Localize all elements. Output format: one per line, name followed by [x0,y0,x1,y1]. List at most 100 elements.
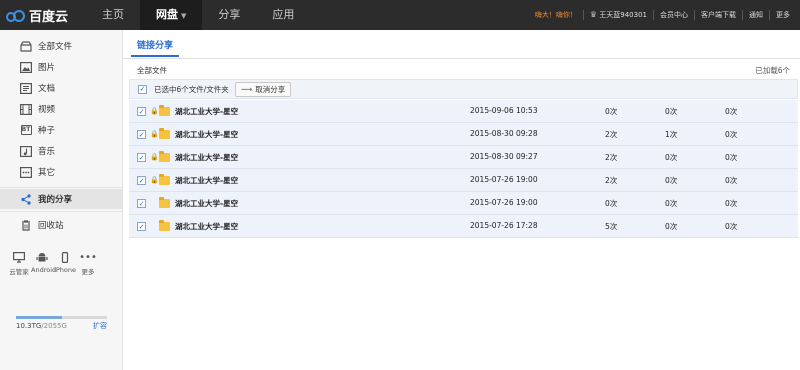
device-iphone[interactable]: iPhone [54,252,76,276]
file-name[interactable]: 湖北工业大学-星空 [175,152,238,163]
sidebar-item-torrents[interactable]: BT 种子 [0,120,122,140]
document-icon [20,82,32,94]
android-icon [31,252,53,266]
device-cloud-manager[interactable]: 云管家 [8,252,30,276]
row-checkbox[interactable]: ✓ [137,153,146,162]
brand-name: 百度云 [29,10,69,25]
quota-text: 10.3TG/2055G [16,322,67,330]
stat-count: 0次 [665,153,678,162]
nav-netdisk[interactable]: 网盘 ▼ [140,0,203,30]
vip-center-link[interactable]: 会员中心 [653,10,694,20]
cloud-logo-icon [6,9,26,23]
file-name[interactable]: 湖北工业大学-星空 [175,198,238,209]
folder-icon [159,151,170,162]
stat-count: 5次 [605,222,618,231]
device-android[interactable]: Android [31,252,56,276]
row-checkbox[interactable]: ✓ [137,176,146,185]
device-more[interactable]: ••• 更多 [77,252,99,276]
share-date: 2015-08-30 09:27 [470,152,538,161]
sidebar-divider [0,187,122,188]
device-links: 云管家 Android iPhone ••• 更多 [8,252,100,276]
stat-count: 0次 [665,107,678,116]
expand-storage-link[interactable]: 扩容 [93,321,107,331]
quota-bar-fill [16,316,62,319]
chevron-down-icon: ▼ [181,12,187,20]
sidebar-item-my-share[interactable]: 我的分享 [0,189,122,209]
stat-count: 0次 [605,107,618,116]
stat-count: 0次 [665,176,678,185]
share-date: 2015-07-26 17:28 [470,221,538,230]
sidebar-item-videos[interactable]: 视频 [0,99,122,119]
notifications-link[interactable]: 通知 [742,10,769,20]
promo-link[interactable]: 嗨大！嗨你！ [529,10,583,20]
stat-count: 0次 [725,107,738,116]
client-download-link[interactable]: 客户端下载 [694,10,742,20]
sidebar-item-other[interactable]: 其它 [0,162,122,182]
share-list: ✓ 🔒 湖北工业大学-星空 2015-09-06 10:53 0次 0次 0次 … [129,100,798,238]
trash-icon [20,219,32,231]
nav-home[interactable]: 主页 [86,0,140,30]
table-row[interactable]: ✓ 🔒 湖北工业大学-星空 2015-08-30 09:27 2次 0次 0次 [129,146,798,169]
file-name[interactable]: 湖北工业大学-星空 [175,106,238,117]
share-date: 2015-09-06 10:53 [470,106,538,115]
folder-icon [159,197,170,208]
row-checkbox[interactable]: ✓ [137,130,146,139]
file-name[interactable]: 湖北工业大学-星空 [175,129,238,140]
phone-icon [54,252,76,266]
lock-icon: 🔒 [150,153,159,161]
sidebar-divider [0,211,122,212]
monitor-icon [8,252,30,266]
file-name[interactable]: 湖北工业大学-星空 [175,175,238,186]
nav-apps[interactable]: 应用 [256,0,310,30]
file-name[interactable]: 湖北工业大学-星空 [175,221,238,232]
sidebar-item-recycle-bin[interactable]: 回收站 [0,215,122,235]
stat-count: 2次 [605,130,618,139]
stat-count: 0次 [665,222,678,231]
stat-count: 2次 [605,153,618,162]
breadcrumb[interactable]: 全部文件 [137,65,167,76]
folder-icon [159,220,170,231]
row-checkbox[interactable]: ✓ [137,107,146,116]
selection-bar: ✓ 已选中6个文件/文件夹 ⟿ 取消分享 [129,79,798,99]
table-row[interactable]: ✓ 湖北工业大学-星空 2015-07-26 19:00 0次 0次 0次 [129,192,798,215]
share-date: 2015-07-26 19:00 [470,175,538,184]
table-row[interactable]: ✓ 🔒 湖北工业大学-星空 2015-08-30 09:28 2次 1次 0次 [129,123,798,146]
row-checkbox[interactable]: ✓ [137,222,146,231]
user-menu[interactable]: ♛ 王天蓝940301 [582,10,653,20]
share-icon: ⟿ [240,84,253,94]
sidebar: 全部文件 图片 文档 视频 BT 种子 音乐 其它 我的分享 回收站 云管家 A… [0,30,123,370]
more-link[interactable]: 更多 [769,10,796,20]
tab-link-share[interactable]: 链接分享 [131,39,180,57]
main-nav: 主页 网盘 ▼ 分享 应用 [86,0,310,30]
picture-icon [20,61,32,73]
sidebar-item-documents[interactable]: 文档 [0,78,122,98]
table-row[interactable]: ✓ 🔒 湖北工业大学-星空 2015-09-06 10:53 0次 0次 0次 [129,100,798,123]
stat-count: 0次 [605,199,618,208]
lock-icon: 🔒 [150,107,159,115]
stat-count: 0次 [725,222,738,231]
sidebar-item-music[interactable]: 音乐 [0,141,122,161]
select-all-checkbox[interactable]: ✓ [138,84,147,94]
stat-count: 0次 [725,176,738,185]
table-row[interactable]: ✓ 🔒 湖北工业大学-星空 2015-07-26 19:00 2次 0次 0次 [129,169,798,192]
tab-divider [123,58,800,59]
crown-icon: ♛ [589,10,598,19]
music-icon [20,145,32,157]
stat-count: 0次 [725,199,738,208]
nav-share[interactable]: 分享 [202,0,256,30]
folder-icon [159,128,170,139]
sidebar-item-all-files[interactable]: 全部文件 [0,36,122,56]
sidebar-item-pictures[interactable]: 图片 [0,57,122,77]
top-bar: 百度云 主页 网盘 ▼ 分享 应用 嗨大！嗨你！ ♛ 王天蓝940301 会员中心… [0,0,800,30]
lock-icon: 🔒 [150,176,159,184]
logo[interactable]: 百度云 [6,6,68,25]
row-checkbox[interactable]: ✓ [137,199,146,208]
cancel-share-button[interactable]: ⟿ 取消分享 [234,81,292,97]
file-icon [20,40,32,52]
selection-text: 已选中6个文件/文件夹 [154,84,229,94]
stat-count: 2次 [605,176,618,185]
video-icon [20,103,32,115]
table-row[interactable]: ✓ 湖北工业大学-星空 2015-07-26 17:28 5次 0次 0次 [129,215,798,238]
folder-icon [159,174,170,185]
stat-count: 0次 [725,153,738,162]
